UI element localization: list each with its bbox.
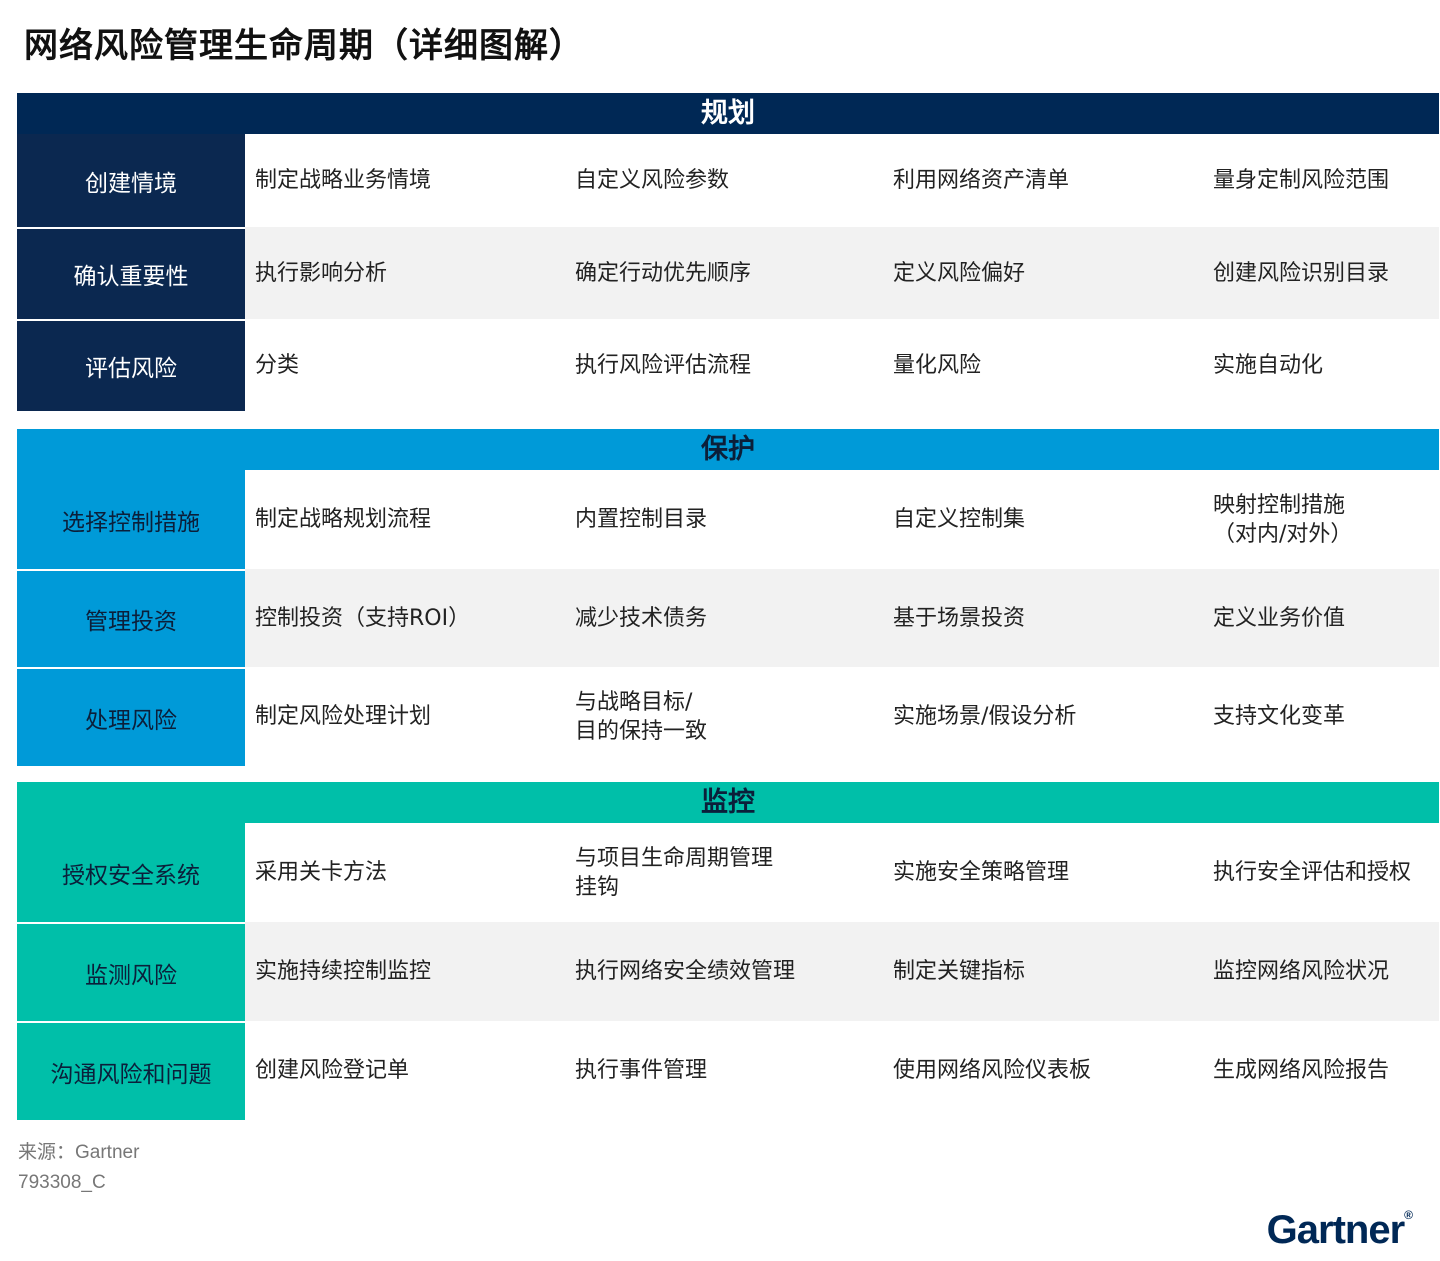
table-cell: 分类 — [255, 352, 300, 378]
table-cell: 制定战略规划流程 — [255, 507, 432, 532]
table-cell: 定义风险偏好 — [893, 260, 1026, 286]
row-label: 创建情境 — [17, 134, 245, 227]
table-cell: 执行安全评估和授权 — [1213, 860, 1412, 885]
table-cell: 自定义控制集 — [893, 507, 1026, 532]
table-cell: 基于场景投资 — [893, 605, 1026, 631]
section-monitor: 监控 授权安全系统 采用关卡方法 与项目生命周期管理 挂钩 实施安全策略管理 执… — [17, 782, 1439, 1120]
section-header-protect: 保护 — [17, 429, 1439, 470]
table-cell: 生成网络风险报告 — [1213, 1058, 1390, 1083]
table-row: 处理风险 制定风险处理计划 与战略目标/ 目的保持一致 实施场景/假设分析 支持… — [17, 667, 1439, 766]
table-cell: 定义业务价值 — [1213, 605, 1346, 631]
table-cell: 支持文化变革 — [1213, 704, 1346, 729]
row-label: 沟通风险和问题 — [17, 1021, 245, 1120]
table-cell: 实施安全策略管理 — [893, 860, 1070, 885]
table-cell: 制定战略业务情境 — [255, 168, 432, 193]
page-title: 网络风险管理生命周期（详细图解） — [24, 26, 584, 66]
table-cell: 使用网络风险仪表板 — [893, 1058, 1092, 1083]
figure-code: 793308_C — [18, 1172, 106, 1193]
source-note: 来源：Gartner — [18, 1142, 140, 1163]
table-cell: 控制投资（支持ROI） — [255, 605, 471, 631]
table-row: 确认重要性 执行影响分析 确定行动优先顺序 定义风险偏好 创建风险识别目录 — [17, 227, 1439, 319]
table-cell: 量身定制风险范围 — [1213, 168, 1390, 193]
table-cell: 制定关键指标 — [893, 959, 1026, 984]
table-row: 授权安全系统 采用关卡方法 与项目生命周期管理 挂钩 实施安全策略管理 执行安全… — [17, 823, 1439, 922]
section-plan: 规划 创建情境 制定战略业务情境 自定义风险参数 利用网络资产清单 量身定制风险… — [17, 93, 1439, 411]
table-cell: 利用网络资产清单 — [893, 168, 1070, 193]
table-cell: 制定风险处理计划 — [255, 704, 432, 729]
table-cell: 与项目生命周期管理 挂钩 — [575, 845, 774, 900]
table-cell: 与战略目标/ 目的保持一致 — [575, 689, 708, 744]
row-label: 评估风险 — [17, 319, 245, 411]
table-row: 评估风险 分类 执行风险评估流程 量化风险 实施自动化 — [17, 319, 1439, 411]
section-header-plan: 规划 — [17, 93, 1439, 134]
table-cell: 内置控制目录 — [575, 507, 708, 532]
table-cell: 实施持续控制监控 — [255, 959, 432, 984]
table-cell: 创建风险登记单 — [255, 1058, 410, 1083]
table-cell: 量化风险 — [893, 352, 982, 378]
table-cell: 确定行动优先顺序 — [575, 260, 752, 286]
section-protect: 保护 选择控制措施 制定战略规划流程 内置控制目录 自定义控制集 映射控制措施 … — [17, 429, 1439, 766]
section-header-monitor: 监控 — [17, 782, 1439, 823]
row-label: 处理风险 — [17, 667, 245, 766]
table-cell: 采用关卡方法 — [255, 860, 388, 885]
table-row: 选择控制措施 制定战略规划流程 内置控制目录 自定义控制集 映射控制措施 （对内… — [17, 470, 1439, 569]
table-cell: 实施自动化 — [1213, 352, 1324, 378]
row-label: 确认重要性 — [17, 227, 245, 319]
table-cell: 执行事件管理 — [575, 1058, 708, 1083]
table-row: 管理投资 控制投资（支持ROI） 减少技术债务 基于场景投资 定义业务价值 — [17, 569, 1439, 667]
row-label: 选择控制措施 — [17, 470, 245, 569]
table-cell: 实施场景/假设分析 — [893, 704, 1077, 729]
table-cell: 减少技术债务 — [575, 605, 708, 631]
table-row: 沟通风险和问题 创建风险登记单 执行事件管理 使用网络风险仪表板 生成网络风险报… — [17, 1021, 1439, 1120]
table-cell: 自定义风险参数 — [575, 168, 730, 193]
registered-mark: ® — [1404, 1208, 1413, 1222]
table-cell: 执行网络安全绩效管理 — [575, 959, 796, 984]
table-cell: 执行风险评估流程 — [575, 352, 752, 378]
gartner-logo: Gartner® — [1266, 1208, 1413, 1253]
table-cell: 执行影响分析 — [255, 260, 388, 286]
table-row: 监测风险 实施持续控制监控 执行网络安全绩效管理 制定关键指标 监控网络风险状况 — [17, 922, 1439, 1021]
logo-text: Gartner — [1266, 1208, 1405, 1252]
row-label: 管理投资 — [17, 569, 245, 667]
table-cell: 映射控制措施 （对内/对外） — [1213, 492, 1353, 547]
row-label: 监测风险 — [17, 922, 245, 1021]
table-cell: 监控网络风险状况 — [1213, 959, 1390, 984]
row-label: 授权安全系统 — [17, 823, 245, 922]
table-cell: 创建风险识别目录 — [1213, 260, 1390, 286]
table-row: 创建情境 制定战略业务情境 自定义风险参数 利用网络资产清单 量身定制风险范围 — [17, 134, 1439, 227]
